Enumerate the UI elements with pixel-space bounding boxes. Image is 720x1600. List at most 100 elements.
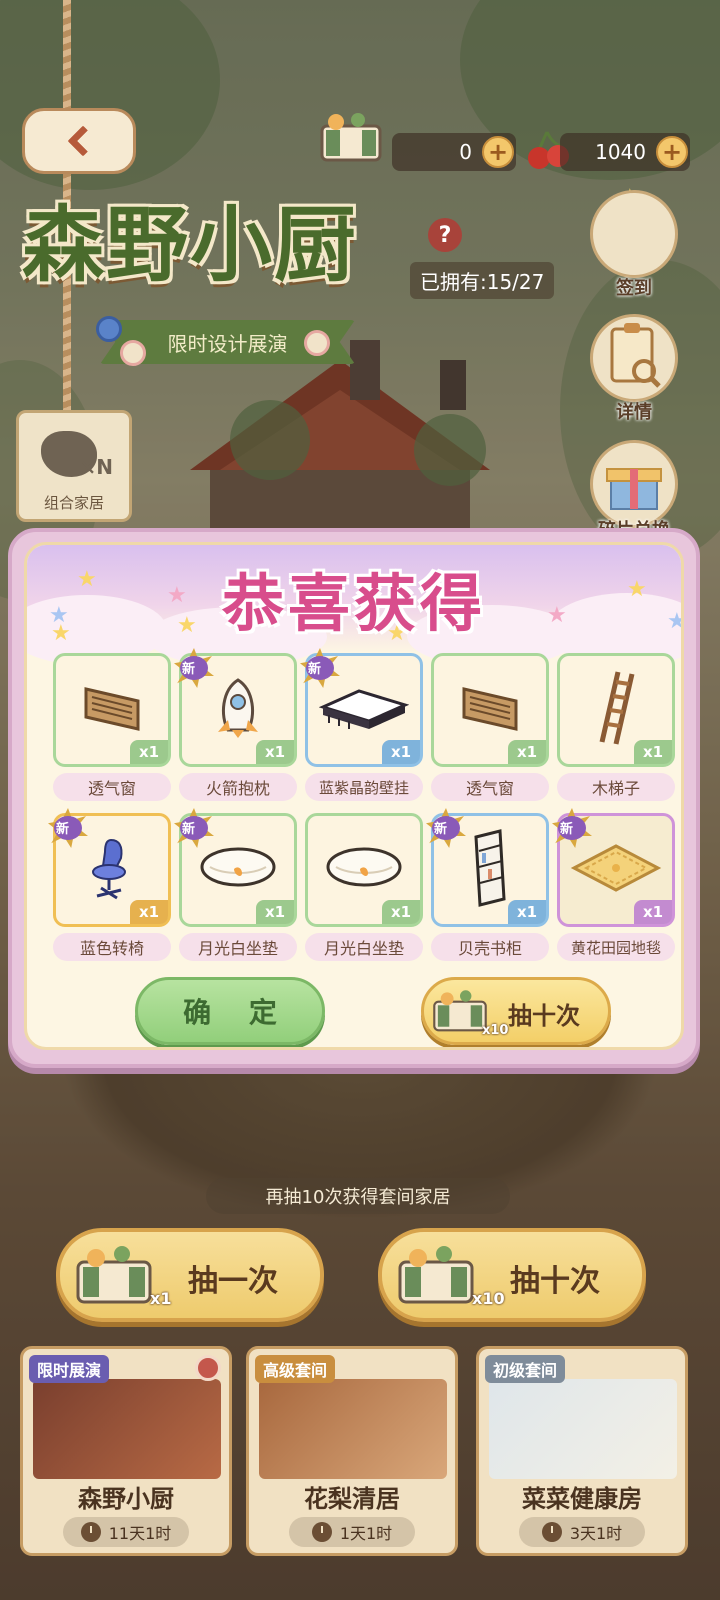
suite-card[interactable]: 初级套间 菜菜健康房 3天1时: [476, 1346, 688, 1556]
cherry-count: 1040: [595, 140, 646, 164]
combo-furniture-button[interactable]: ×N 组合家居: [16, 410, 132, 522]
new-badge: 新: [174, 648, 214, 688]
suite-thumbnail: [489, 1379, 677, 1479]
reward-item[interactable]: x1 透气窗: [431, 653, 549, 801]
flower-icon: [304, 330, 330, 356]
suite-name: 花梨清居: [304, 1485, 400, 1513]
sign-in-button[interactable]: [590, 190, 678, 278]
suite-time: 3天1时: [569, 1524, 623, 1543]
reward-item-qty: x1: [130, 740, 168, 764]
add-cherry-button[interactable]: +: [656, 136, 688, 168]
reward-item[interactable]: x1 新蓝紫晶韵壁挂: [300, 648, 423, 801]
draw-one-button[interactable]: x1 抽一次: [56, 1228, 324, 1322]
reward-item-card: x1: [557, 653, 675, 767]
reward-item[interactable]: x1 新贝壳书柜: [426, 808, 549, 961]
reward-item-name: 贝壳书柜: [431, 933, 549, 961]
reward-item-qty: x1: [634, 740, 672, 764]
ticket-count: 0: [459, 140, 472, 164]
reward-item-card: x1 新: [174, 648, 297, 767]
reward-item[interactable]: x1 新月光白坐垫: [174, 808, 297, 961]
reward-item-name: 蓝紫晶韵壁挂: [305, 773, 423, 801]
flower-icon: [96, 316, 122, 342]
dialog-draw-ten-label: 抽十次: [508, 1002, 580, 1030]
sign-in-label: 签到: [616, 278, 652, 299]
reward-item-card: x1 新: [552, 808, 675, 927]
confirm-button[interactable]: 确 定: [135, 977, 325, 1045]
reward-item-name: 黄花田园地毯: [557, 933, 675, 961]
rug-icon: [568, 840, 664, 900]
reward-item[interactable]: x1 新黄花田园地毯: [552, 808, 675, 961]
reward-item-qty: x1: [382, 740, 420, 764]
suite-name: 菜菜健康房: [522, 1485, 642, 1513]
vent-window-icon: [458, 683, 522, 737]
draw-ten-label: 抽十次: [510, 1264, 600, 1299]
clock-icon: [541, 1522, 562, 1542]
new-badge: 新: [552, 808, 592, 848]
dialog-draw-ten-cost: x10: [482, 1023, 509, 1038]
draw-ticket-icon: [433, 990, 487, 1032]
new-badge-text: 新: [56, 822, 70, 837]
reward-item[interactable]: x1 木梯子: [557, 653, 675, 801]
dialog-draw-ten-button[interactable]: x10 抽十次: [421, 977, 611, 1045]
reward-item-name: 透气窗: [53, 773, 171, 801]
rocket-pillow-icon: [210, 676, 266, 744]
vent-window-icon: [80, 683, 144, 737]
reward-item[interactable]: x1 新火箭抱枕: [174, 648, 297, 801]
suite-thumbnail: [33, 1379, 221, 1479]
suite-card[interactable]: 限时展演 森野小厨 11天1时: [20, 1346, 232, 1556]
cushion-icon: [324, 845, 404, 895]
reward-dialog-panel: ★ ★ ★ ★ ★ ★ ★ ★ ★ ★ 恭喜获得 x1透气窗x1新火箭抱枕x1新…: [24, 542, 684, 1050]
crystal-wall-hanging-icon: [318, 683, 410, 737]
draw-hint: 再抽10次获得套间家居: [206, 1178, 510, 1214]
new-badge-text: 新: [182, 822, 196, 837]
reward-item-card: x1 新: [426, 808, 549, 927]
new-badge-text: 新: [560, 822, 574, 837]
reward-item-qty: x1: [508, 740, 546, 764]
suite-time: 11天1时: [108, 1524, 172, 1543]
reward-item-qty: x1: [382, 900, 420, 924]
suite-timer: 11天1时: [63, 1517, 189, 1547]
clock-icon: [80, 1522, 101, 1542]
suite-tag: 高级套间: [255, 1355, 336, 1383]
reward-item-card: x1 新: [174, 808, 297, 927]
details-label: 详情: [616, 402, 652, 423]
suite-timer: 3天1时: [519, 1517, 645, 1547]
wooden-ladder-icon: [596, 670, 636, 750]
details-button[interactable]: [590, 314, 678, 402]
new-badge: 新: [426, 808, 466, 848]
flower-icon: [120, 340, 146, 366]
swivel-chair-icon: [87, 836, 137, 904]
suite-name: 森野小厨: [78, 1485, 174, 1513]
flower-icon: [195, 1355, 221, 1381]
reward-grid: x1 透气窗 x1 新火箭抱枕 x1 新蓝紫晶韵壁挂 x1 透气窗 x1 木梯子 x1 新蓝色转椅 x1…: [48, 648, 677, 961]
draw-ticket-icon: [320, 113, 382, 162]
reward-item-qty: x1: [130, 900, 168, 924]
new-badge-text: 新: [308, 662, 322, 677]
reward-item-card: x1 新: [300, 648, 423, 767]
add-ticket-button[interactable]: +: [482, 136, 514, 168]
back-button[interactable]: [22, 108, 136, 174]
owned-count: 已拥有:15/27: [410, 262, 555, 299]
suite-timer: 1天1时: [289, 1517, 415, 1547]
suite-card[interactable]: 高级套间 花梨清居 1天1时: [246, 1346, 458, 1556]
chevron-left-icon: [67, 125, 99, 157]
draw-ticket-icon: [76, 1246, 152, 1304]
page-title: 森野小厨: [22, 197, 359, 293]
reward-item-qty: x1: [634, 900, 672, 924]
shard-exchange-button[interactable]: [590, 440, 678, 528]
reward-item-name: 透气窗: [431, 773, 549, 801]
reward-item-card: x1 新: [48, 808, 171, 927]
reward-item[interactable]: x1 新蓝色转椅: [48, 808, 171, 961]
cushion-icon: [198, 845, 278, 895]
reward-item-card: x1: [305, 813, 423, 927]
cherry-counter: 1040 +: [560, 133, 690, 171]
bookshelf-icon: [470, 829, 510, 911]
reward-item[interactable]: x1 透气窗: [53, 653, 171, 801]
draw-ten-button[interactable]: x10 抽十次: [378, 1228, 646, 1322]
reward-item[interactable]: x1 月光白坐垫: [305, 813, 423, 961]
reward-item-qty: x1: [508, 900, 546, 924]
clipboard-icon: [610, 323, 661, 388]
suite-time: 1天1时: [339, 1524, 393, 1543]
help-icon[interactable]: ?: [428, 218, 462, 252]
new-badge-text: 新: [434, 822, 448, 837]
